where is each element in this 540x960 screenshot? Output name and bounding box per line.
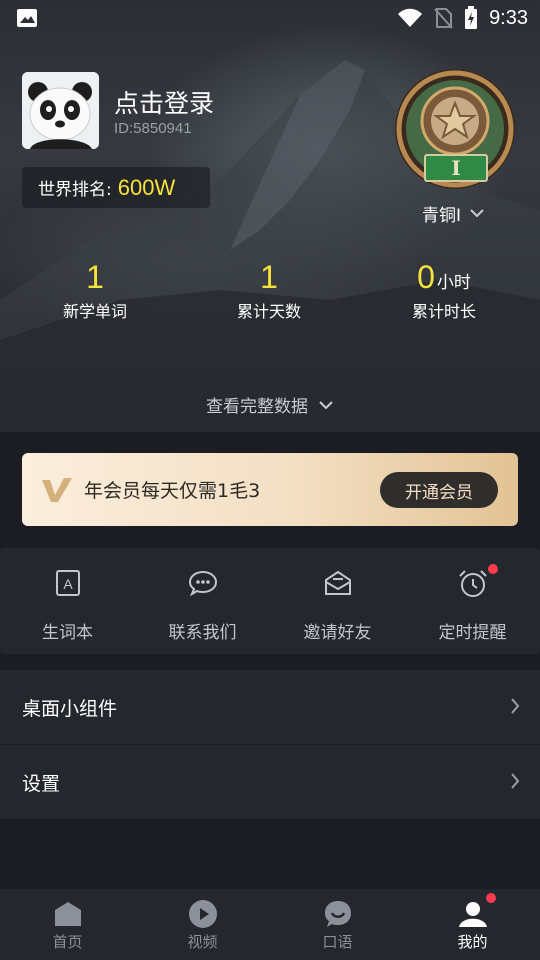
level-badge[interactable]: I: [393, 67, 518, 192]
menu-desktop-widget[interactable]: 桌面小组件: [0, 670, 540, 744]
tab-mine[interactable]: 我的: [405, 889, 540, 960]
chevron-right-icon: [511, 773, 520, 789]
quick-action-vocabulary[interactable]: A 生词本: [0, 566, 135, 643]
avatar[interactable]: [22, 72, 99, 149]
chevron-down-icon: [470, 209, 484, 218]
envelope-icon: [324, 570, 351, 595]
quick-action-invite[interactable]: 邀请好友: [270, 566, 405, 643]
stat-label: 新学单词: [62, 302, 127, 321]
quick-action-label: 定时提醒: [438, 623, 507, 643]
stat-new-words: 1 新学单词: [20, 258, 170, 322]
menu-settings[interactable]: 设置: [0, 745, 540, 819]
open-vip-button[interactable]: 开通会员: [380, 472, 498, 508]
notification-dot: [488, 564, 498, 574]
vip-banner[interactable]: 年会员每天仅需1毛3 开通会员: [22, 453, 518, 526]
stat-label: 累计时长: [411, 302, 476, 321]
stat-label: 累计天数: [236, 302, 301, 321]
rank-value: 600W: [117, 174, 176, 200]
stat-value: 1: [86, 259, 104, 295]
stat-total-days: 1 累计天数: [194, 258, 344, 322]
world-rank: 世界排名: 600W: [22, 167, 210, 208]
tab-label: 视频: [187, 933, 218, 951]
level-label: 青铜I: [422, 205, 462, 226]
rank-label: 世界排名:: [38, 180, 112, 200]
status-bar: 9:33: [0, 0, 540, 36]
quick-action-label: 邀请好友: [303, 623, 372, 643]
tab-label: 我的: [457, 933, 488, 951]
stat-unit: 小时: [436, 273, 471, 293]
status-time: 9:33: [489, 6, 528, 29]
login-link[interactable]: 点击登录: [114, 84, 214, 120]
quick-action-label: 联系我们: [168, 623, 237, 643]
vip-v-logo-icon: [42, 477, 72, 502]
menu-label: 桌面小组件: [22, 697, 118, 720]
view-full-data-link[interactable]: 查看完整数据: [0, 392, 540, 417]
battery-charging-icon: [465, 6, 478, 29]
chat-bubble-icon: [188, 570, 217, 597]
badge-numeral: I: [451, 156, 460, 180]
user-id: ID:5850941: [114, 120, 192, 137]
level-selector[interactable]: 青铜I: [422, 200, 485, 226]
tab-label: 口语: [322, 933, 353, 951]
notification-dot: [486, 893, 496, 903]
full-data-label: 查看完整数据: [206, 397, 308, 417]
stat-total-hours: 0 小时 累计时长: [369, 258, 519, 322]
play-icon: [188, 900, 217, 928]
quick-action-label: 生词本: [42, 623, 93, 643]
tab-home[interactable]: 首页: [0, 889, 135, 960]
chevron-down-icon: [319, 400, 333, 409]
home-icon: [54, 902, 81, 926]
gallery-icon: [17, 9, 37, 27]
tab-label: 首页: [52, 933, 83, 951]
chevron-right-icon: [511, 698, 520, 714]
alarm-clock-icon: [458, 570, 487, 597]
quick-action-contact[interactable]: 联系我们: [135, 566, 270, 643]
stat-value: 0: [417, 259, 435, 295]
bottom-tab-bar: 首页 视频 口语 我的: [0, 889, 540, 960]
tab-speaking[interactable]: 口语: [270, 889, 405, 960]
quick-actions-panel: A 生词本 联系我们 邀请好友 定时提醒: [0, 548, 540, 654]
profile-header: 9:33 点击登录 ID:5850941 世界排名: 600W I 青铜I 1 …: [0, 0, 540, 432]
bronze-badge-icon: I: [395, 69, 515, 189]
panda-avatar-icon: [22, 72, 99, 149]
tab-video[interactable]: 视频: [135, 889, 270, 960]
svg-text:A: A: [63, 576, 73, 592]
no-sim-icon: [434, 8, 453, 29]
vocabulary-book-icon: A: [55, 570, 80, 596]
wifi-icon: [398, 8, 423, 27]
stat-value: 1: [260, 259, 278, 295]
menu-label: 设置: [22, 772, 61, 795]
quick-action-reminder[interactable]: 定时提醒: [405, 564, 540, 643]
profile-icon: [458, 902, 487, 927]
vip-promo-text: 年会员每天仅需1毛3: [84, 480, 261, 502]
speech-icon: [324, 901, 351, 927]
